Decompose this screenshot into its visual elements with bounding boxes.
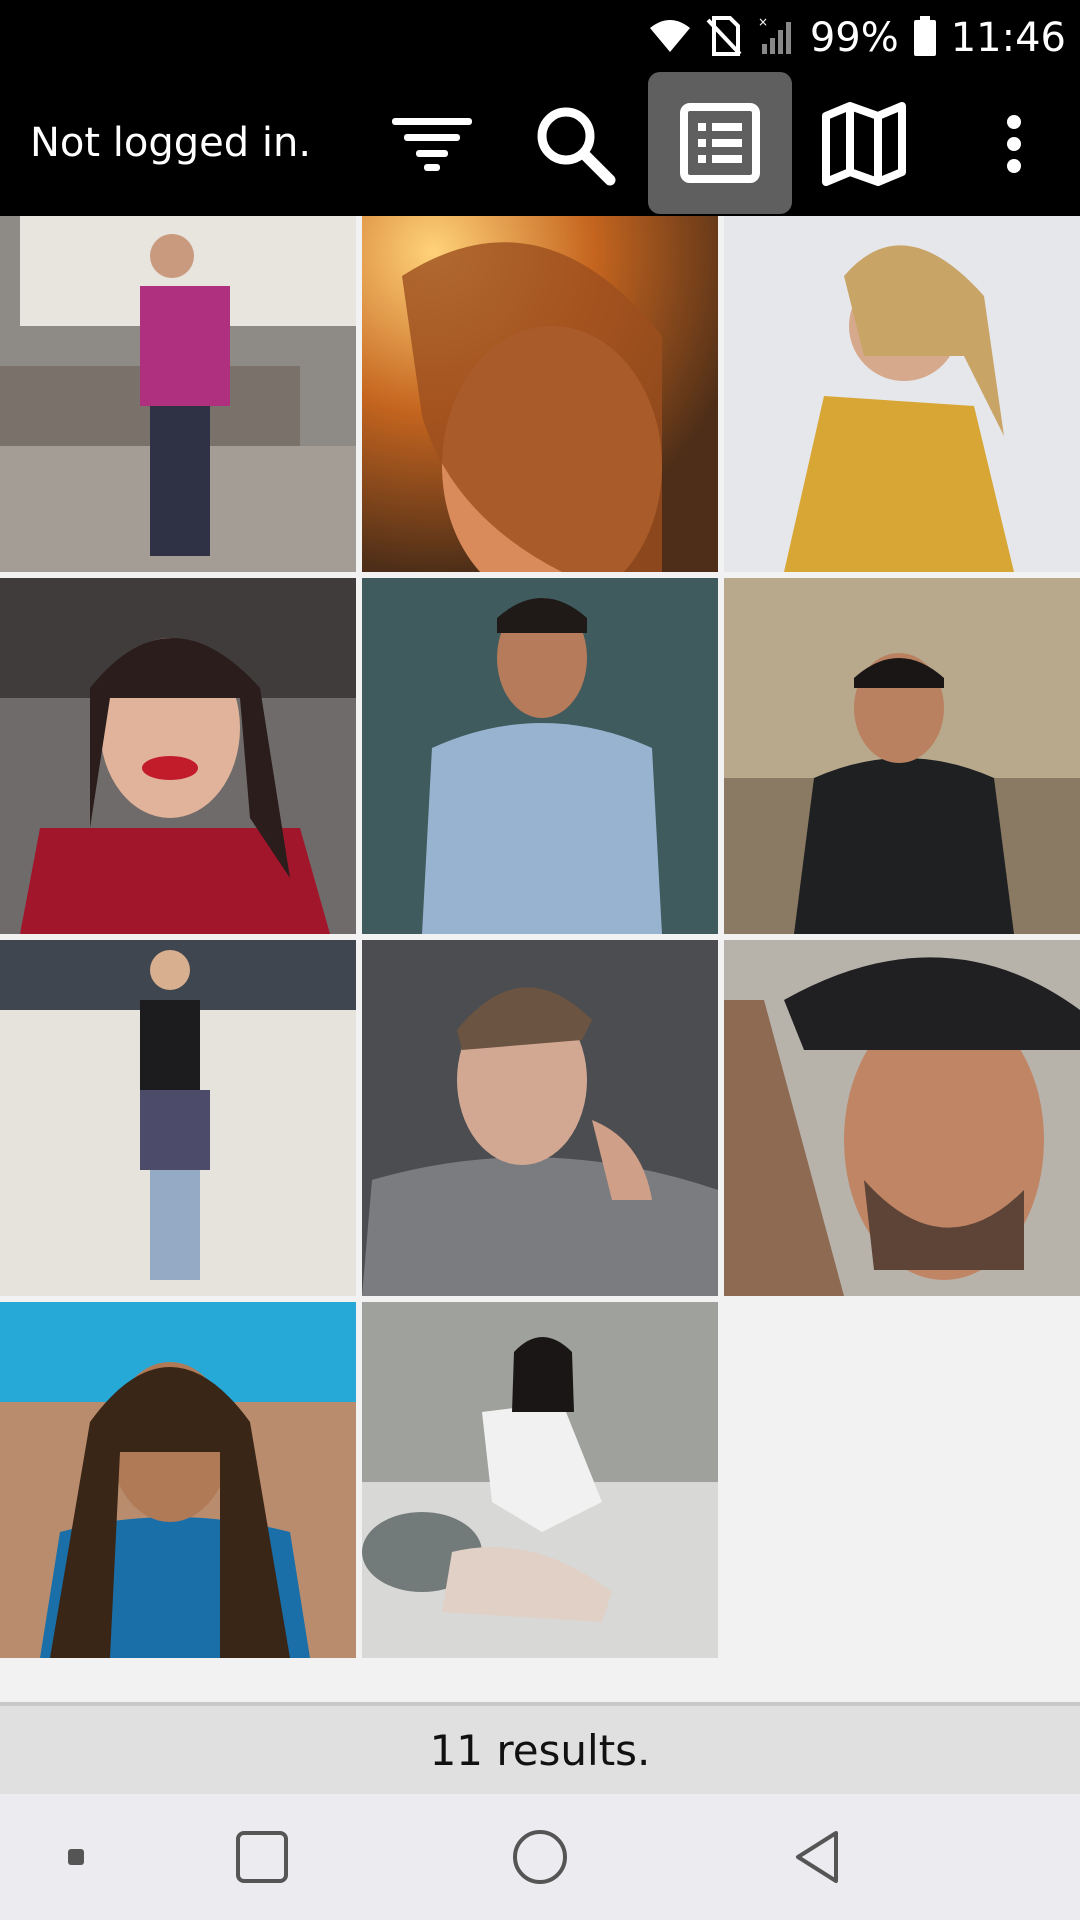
back-icon xyxy=(796,1831,838,1883)
results-count: 11 results. xyxy=(429,1725,651,1775)
battery-percent: 99% xyxy=(809,15,899,61)
photo-tile[interactable] xyxy=(0,216,356,572)
photo-tile[interactable] xyxy=(0,940,356,1296)
status-bar: × 99% 11:46 xyxy=(0,0,1080,72)
dot-button[interactable] xyxy=(6,1794,146,1920)
back-button[interactable] xyxy=(748,1794,888,1920)
search-icon xyxy=(537,107,616,186)
wifi-icon xyxy=(648,18,692,58)
home-button[interactable] xyxy=(470,1794,610,1920)
filter-button[interactable] xyxy=(360,72,504,216)
photo-tile[interactable] xyxy=(724,940,1080,1296)
photo-tile[interactable] xyxy=(724,578,1080,934)
clock: 11:46 xyxy=(950,15,1066,61)
photo-tile[interactable] xyxy=(0,578,356,934)
app-toolbar: Not logged in. xyxy=(0,72,1080,216)
photo-tile[interactable] xyxy=(362,1302,718,1658)
svg-text:×: × xyxy=(758,16,768,29)
results-bar: 11 results. xyxy=(0,1706,1080,1794)
more-vert-icon xyxy=(1007,115,1021,173)
photo-tile[interactable] xyxy=(724,216,1080,572)
photo-tile[interactable] xyxy=(362,216,718,572)
login-status-title: Not logged in. xyxy=(30,120,312,166)
recents-icon xyxy=(236,1831,288,1883)
map-icon xyxy=(822,102,906,186)
photo-tile[interactable] xyxy=(362,940,718,1296)
search-button[interactable] xyxy=(502,72,646,216)
status-icons: × 99% 11:46 xyxy=(648,8,1066,68)
photo-tile[interactable] xyxy=(362,578,718,934)
dot-icon xyxy=(68,1849,84,1865)
signal-icon: × xyxy=(756,15,796,60)
no-sim-icon xyxy=(706,16,742,60)
recents-button[interactable] xyxy=(192,1794,332,1920)
more-options-button[interactable] xyxy=(942,72,1080,216)
system-nav-bar xyxy=(0,1794,1080,1920)
battery-icon xyxy=(913,16,937,60)
photo-tile[interactable] xyxy=(0,1302,356,1658)
filter-icon xyxy=(392,118,472,171)
list-view-button[interactable] xyxy=(648,72,792,214)
list-view-icon xyxy=(680,103,760,183)
home-icon xyxy=(513,1830,567,1884)
map-button[interactable] xyxy=(792,72,936,216)
